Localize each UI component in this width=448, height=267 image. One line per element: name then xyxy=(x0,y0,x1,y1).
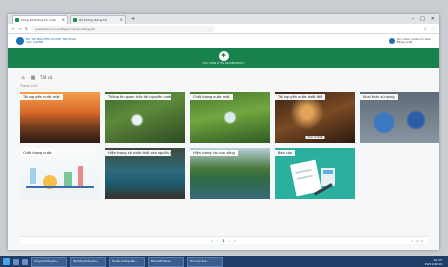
taskbar-task[interactable]: Thư mục ảnh... xyxy=(187,256,223,267)
favicon-icon xyxy=(15,18,19,22)
taskbar-task[interactable]: Tài liệu hướng dẫn... xyxy=(109,256,145,267)
star-icon[interactable]: ☆ xyxy=(423,26,427,31)
category-card[interactable]: Tài nguyên nước mặt xyxy=(20,92,100,143)
close-tab-icon[interactable]: × xyxy=(62,16,65,24)
emblem-icon: ✦ xyxy=(218,51,229,61)
browser-tab[interactable]: Hệ thống thông tin × xyxy=(70,15,126,24)
card-title: Chất lượng nước mặt xyxy=(190,94,233,100)
system-clock[interactable]: 10:15 20/11/2019 xyxy=(425,258,445,266)
logo-subtitle: CỤC QLTNN xyxy=(26,40,44,44)
reload-icon[interactable]: ↻ xyxy=(25,26,28,31)
logo-icon xyxy=(16,37,24,45)
browser-icon[interactable] xyxy=(22,258,28,265)
category-card[interactable]: Hiện trạng xả nước thải vào nguồn nước xyxy=(105,148,185,199)
logout-link[interactable]: Đăng xuất xyxy=(397,40,431,45)
maximize-button[interactable]: □ xyxy=(420,14,425,24)
start-button[interactable] xyxy=(3,258,10,265)
card-title: Khai thác sử dụng xyxy=(360,94,398,100)
main-content: ⌂ ▦ Tất cả Trang chủ Tài nguyên nước mặt… xyxy=(8,68,439,250)
banner-title: CỤC QUẢN LÝ TÀI NGUYÊN NƯỚC xyxy=(202,62,245,65)
category-card[interactable]: Chất lượng nước xyxy=(20,148,100,199)
back-icon[interactable]: ← xyxy=(12,26,15,31)
browser-window: Công bố thông tin nước × Hệ thống thông … xyxy=(8,14,439,250)
card-title: Tài nguyên nước dưới đất xyxy=(275,94,326,100)
taskbar-task[interactable]: Microsoft Excel... xyxy=(148,256,184,267)
taskbar-task[interactable]: Hệ thống thông tin... xyxy=(70,256,106,267)
next-page-button[interactable]: › xyxy=(229,239,230,243)
tab-title: Hệ thống thông tin xyxy=(79,18,108,22)
os-taskbar: Công bố thông tin... Hệ thống thông tin.… xyxy=(0,256,448,267)
category-card[interactable]: Hiện trạng lưu vực sông xyxy=(190,148,270,199)
card-title: Tài nguyên nước mặt xyxy=(20,94,63,100)
tab-bar: Công bố thông tin nước × Hệ thống thông … xyxy=(8,14,439,24)
avatar xyxy=(388,38,395,44)
site-header: BỘ TÀI NGUYÊN VÀ MÔI TRƯỜNG CỤC QLTNN Xi… xyxy=(8,34,439,48)
favicon-icon xyxy=(73,18,77,22)
pagination: « ‹ 1 › » 1 - 9 / 9 xyxy=(20,236,427,244)
category-card[interactable]: Tài nguyên nước dưới đất Xem chi tiết xyxy=(275,92,355,143)
category-card[interactable]: Khai thác sử dụng xyxy=(360,92,439,143)
url-input[interactable]: quantracnuoc.vn/ttgs/cong-bo-thong-tin xyxy=(31,25,216,32)
forward-icon[interactable]: → xyxy=(18,26,21,31)
tab-title: Công bố thông tin nước xyxy=(21,18,57,22)
home-button[interactable]: ⌂ xyxy=(20,75,26,81)
taskbar-task[interactable]: Công bố thông tin... xyxy=(31,256,67,267)
grid-view-button[interactable]: ▦ xyxy=(30,75,36,81)
last-page-button[interactable]: » xyxy=(234,239,236,243)
view-toolbar: ⌂ ▦ Tất cả xyxy=(20,74,427,81)
report-document-icon xyxy=(289,159,335,197)
close-tab-icon[interactable]: × xyxy=(120,16,123,24)
menu-icon[interactable]: ⋮ xyxy=(431,26,435,31)
brand-banner: ✦ CỤC QUẢN LÝ TÀI NGUYÊN NƯỚC xyxy=(8,48,439,68)
clock-date: 20/11/2019 xyxy=(424,261,442,266)
card-badge[interactable]: Xem chi tiết xyxy=(305,136,325,139)
category-card[interactable]: Báo cáo xyxy=(275,148,355,199)
lab-equipment-icon xyxy=(26,166,94,189)
page-number[interactable]: 1 xyxy=(222,239,224,243)
explorer-icon[interactable] xyxy=(13,258,19,265)
window-controls: – □ ✕ xyxy=(412,14,439,24)
site-logo[interactable]: BỘ TÀI NGUYÊN VÀ MÔI TRƯỜNG CỤC QLTNN xyxy=(16,37,76,45)
card-title: Thông tin quan trắc tài nguyên nước xyxy=(105,94,171,100)
pager-summary: 1 - 9 / 9 xyxy=(411,238,423,243)
browser-tab[interactable]: Công bố thông tin nước × xyxy=(12,15,68,24)
close-window-button[interactable]: ✕ xyxy=(431,14,435,24)
category-card[interactable]: Chất lượng nước mặt xyxy=(190,92,270,143)
minimize-button[interactable]: – xyxy=(412,14,415,24)
card-title: Hiện trạng xả nước thải vào nguồn nước xyxy=(105,150,171,156)
prev-page-button[interactable]: ‹ xyxy=(217,239,218,243)
first-page-button[interactable]: « xyxy=(211,239,213,243)
address-bar-row: ← → ↻ quantracnuoc.vn/ttgs/cong-bo-thong… xyxy=(8,24,439,34)
category-card[interactable]: Thông tin quan trắc tài nguyên nước xyxy=(105,92,185,143)
breadcrumb: Trang chủ xyxy=(20,84,38,88)
filter-dropdown[interactable]: Tất cả xyxy=(40,75,52,80)
card-title: Hiện trạng lưu vực sông xyxy=(190,150,238,156)
category-grid: Tài nguyên nước mặt Thông tin quan trắc … xyxy=(20,92,439,199)
user-box[interactable]: Xin chào, Quản trị viên Đăng xuất xyxy=(388,37,431,45)
new-tab-button[interactable]: + xyxy=(128,14,138,24)
